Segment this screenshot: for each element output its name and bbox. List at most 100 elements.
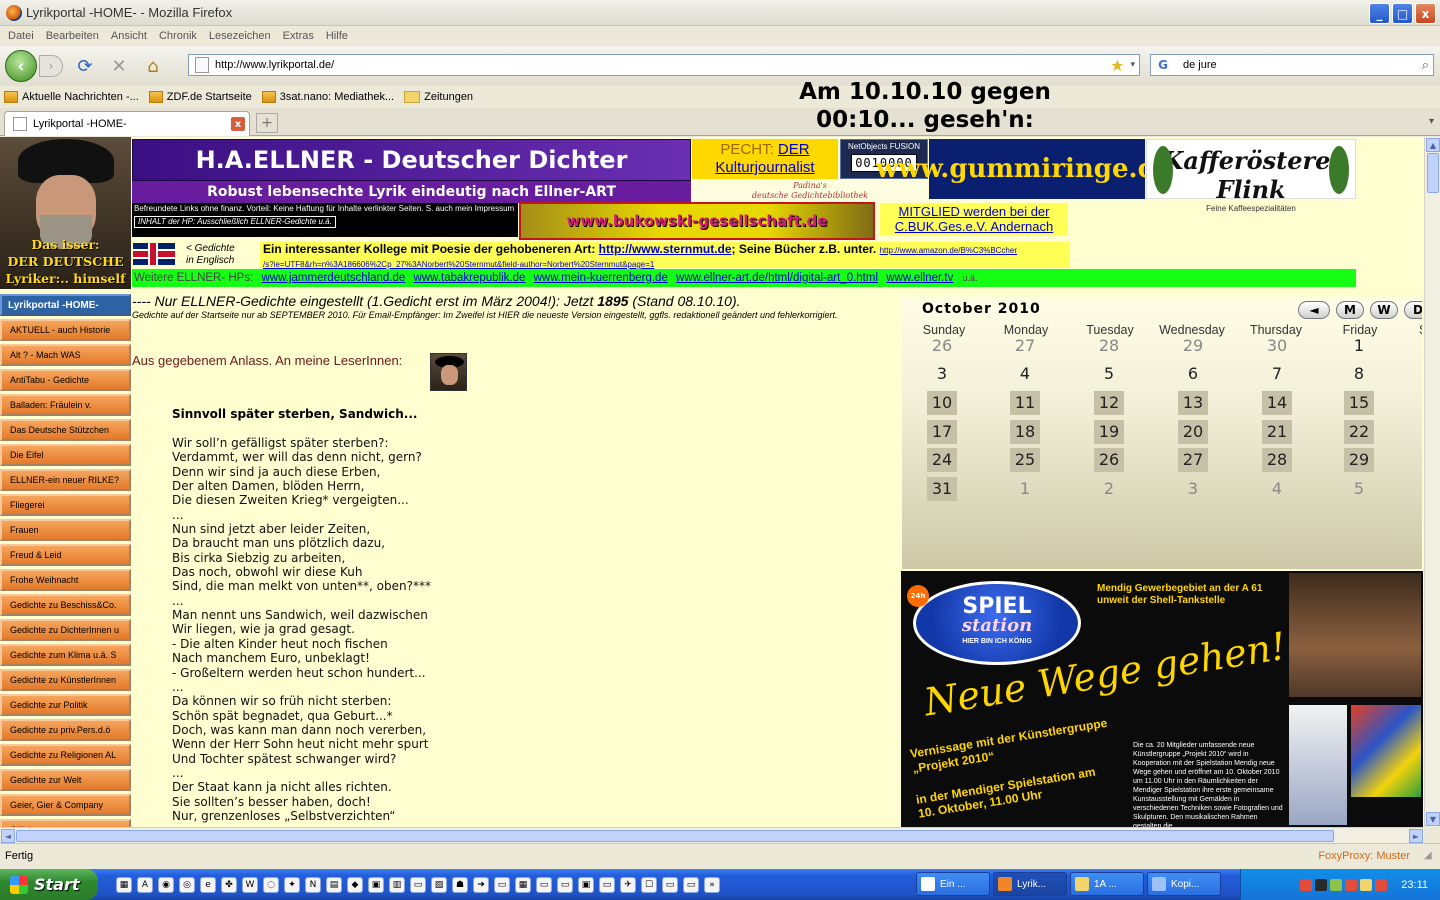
- uk-flag-icon[interactable]: [133, 243, 175, 265]
- cbuk-link[interactable]: C.BUK.Ges.e.V. Andernach: [895, 219, 1054, 234]
- calendar-day[interactable]: 5: [1094, 362, 1124, 386]
- quick-launch-icon[interactable]: e: [200, 876, 216, 893]
- menu-chronik[interactable]: Chronik: [159, 30, 197, 42]
- back-button[interactable]: ‹: [5, 50, 37, 82]
- horizontal-scrollbar[interactable]: ◄ ►: [0, 827, 1424, 843]
- tab-lyrikportal[interactable]: Lyrikportal -HOME- x: [4, 111, 250, 136]
- quick-launch-icon[interactable]: ◎: [179, 876, 195, 893]
- scroll-down-icon[interactable]: ▼: [1426, 812, 1440, 826]
- calendar-day[interactable]: 21: [1262, 420, 1292, 444]
- quick-launch-icon[interactable]: ▭: [599, 876, 615, 893]
- calendar-day-button[interactable]: D: [1404, 301, 1422, 319]
- gummiringe-banner[interactable]: www.gummiringe.com: [876, 139, 1198, 199]
- quick-launch-icon[interactable]: W: [242, 876, 258, 893]
- link-kuerrenberg[interactable]: www.mein-kuerrenberg.de: [534, 272, 668, 284]
- tray-icon[interactable]: [1330, 878, 1343, 891]
- search-bar[interactable]: G de jure ⌕: [1150, 54, 1434, 76]
- calendar-day[interactable]: 31: [927, 477, 957, 501]
- sidenav-home[interactable]: Lyrikportal -HOME-: [0, 294, 131, 316]
- new-tab-button[interactable]: +: [256, 113, 278, 133]
- bookmark-star-icon[interactable]: ★: [1110, 56, 1124, 75]
- calendar-month-button[interactable]: M: [1336, 301, 1364, 319]
- vertical-scroll-thumb[interactable]: [1427, 153, 1439, 193]
- calendar-day[interactable]: 26: [1094, 448, 1124, 472]
- tray-icon[interactable]: [1300, 878, 1313, 891]
- calendar-day[interactable]: 20: [1178, 420, 1208, 444]
- menu-hilfe[interactable]: Hilfe: [326, 30, 348, 42]
- pecht-link-kulturjournalist[interactable]: Kulturjournalist: [715, 159, 814, 176]
- start-button[interactable]: Start: [0, 869, 98, 900]
- task-word[interactable]: Ein ...: [916, 872, 990, 896]
- quick-launch-icon[interactable]: ▦: [116, 876, 132, 893]
- sidenav-item[interactable]: Alt ? - Mach WAS: [0, 344, 131, 366]
- reload-icon[interactable]: ⟳: [73, 54, 97, 78]
- sidenav-item[interactable]: Das Deutsche Stützchen: [0, 419, 131, 441]
- url-bar[interactable]: http://www.lyrikportal.de/ ★ ▾: [188, 54, 1140, 76]
- calendar-day[interactable]: 28: [1262, 448, 1292, 472]
- link-ellner-tv[interactable]: www.ellner.tv: [886, 272, 953, 284]
- sidenav-item[interactable]: Glück: [0, 819, 131, 827]
- calendar-day[interactable]: 29: [1344, 448, 1374, 472]
- link-ellner-art[interactable]: www.ellner-art.de/html/digital-art_0.htm…: [676, 272, 878, 284]
- amazon-link-cont[interactable]: /s?ie=UTF8&rh=n%3A186606%2Cp_27%3ANorber…: [263, 260, 654, 269]
- calendar-day[interactable]: 19: [1094, 420, 1124, 444]
- sidenav-item[interactable]: AntiTabu - Gedichte: [0, 369, 131, 391]
- calendar-day[interactable]: 5: [1344, 477, 1374, 501]
- task-firefox[interactable]: Lyrik...: [993, 872, 1067, 896]
- maximize-button[interactable]: □: [1392, 3, 1413, 24]
- sidenav-item[interactable]: Gedichte zur Welt: [0, 769, 131, 791]
- calendar-day[interactable]: 26: [927, 334, 957, 358]
- stop-icon[interactable]: ✕: [107, 54, 131, 78]
- quick-launch-icon[interactable]: ▭: [410, 876, 426, 893]
- tray-icon[interactable]: [1345, 878, 1358, 891]
- calendar-day[interactable]: 10: [927, 391, 957, 415]
- quick-launch-icon[interactable]: ✦: [284, 876, 300, 893]
- quick-launch-icon[interactable]: ▭: [494, 876, 510, 893]
- menu-datei[interactable]: Datei: [8, 30, 34, 42]
- tab-close-icon[interactable]: x: [231, 117, 245, 131]
- task-kopie[interactable]: Kopi...: [1147, 872, 1221, 896]
- home-icon[interactable]: ⌂: [141, 54, 165, 78]
- calendar-day[interactable]: 12: [1094, 391, 1124, 415]
- scroll-right-icon[interactable]: ►: [1409, 829, 1423, 843]
- sidenav-item[interactable]: Die Eifel: [0, 444, 131, 466]
- calendar-day[interactable]: 11: [1010, 391, 1040, 415]
- sidenav-item[interactable]: Geier, Gier & Company: [0, 794, 131, 816]
- scroll-left-icon[interactable]: ◄: [1, 829, 15, 843]
- calendar-day[interactable]: 3: [927, 362, 957, 386]
- resize-grip-icon[interactable]: ◢: [1424, 850, 1436, 862]
- minimize-button[interactable]: _: [1369, 3, 1390, 24]
- mitglied-link[interactable]: MITGLIED werden bei der: [898, 204, 1049, 219]
- calendar-day[interactable]: 15: [1344, 391, 1374, 415]
- sidenav-item[interactable]: Gedichte zur Politik: [0, 694, 131, 716]
- quick-launch-icon[interactable]: ▭: [557, 876, 573, 893]
- menu-extras[interactable]: Extras: [283, 30, 314, 42]
- quick-launch-icon[interactable]: ◆: [347, 876, 363, 893]
- quick-launch-icon[interactable]: ✈: [620, 876, 636, 893]
- sidenav-item[interactable]: Frauen: [0, 519, 131, 541]
- bookmark-zeitungen[interactable]: Zeitungen: [404, 91, 473, 103]
- tray-icon[interactable]: [1375, 878, 1388, 891]
- sidenav-item[interactable]: Gedichte zu KünstlerInnen: [0, 669, 131, 691]
- sidenav-item[interactable]: Balladen: Fräulein v.: [0, 394, 131, 416]
- menu-bearbeiten[interactable]: Bearbeiten: [46, 30, 99, 42]
- google-icon[interactable]: G: [1155, 57, 1171, 73]
- quick-launch-icon[interactable]: ✤: [221, 876, 237, 893]
- calendar-day[interactable]: 25: [1010, 448, 1040, 472]
- foxyproxy-status[interactable]: FoxyProxy: Muster: [1318, 850, 1410, 862]
- sidenav-item[interactable]: Gedichte zu priv.Pers.d.ö: [0, 719, 131, 741]
- calendar-prev-button[interactable]: ◄: [1298, 301, 1330, 319]
- quick-launch-icon[interactable]: ▧: [431, 876, 447, 893]
- vertical-scrollbar[interactable]: ▲ ▼: [1424, 137, 1440, 827]
- calendar-day[interactable]: 28: [1094, 334, 1124, 358]
- sidenav-item[interactable]: ELLNER-ein neuer RILKE?: [0, 469, 131, 491]
- menu-ansicht[interactable]: Ansicht: [111, 30, 147, 42]
- calendar-day[interactable]: 2: [1094, 477, 1124, 501]
- calendar-day[interactable]: 3: [1178, 477, 1208, 501]
- calendar-day[interactable]: 30: [1262, 334, 1292, 358]
- menu-lesezeichen[interactable]: Lesezeichen: [209, 30, 271, 42]
- sidenav-item[interactable]: AKTUELL - auch Historie: [0, 319, 131, 341]
- task-folder[interactable]: 1A ...: [1070, 872, 1144, 896]
- quick-launch-icon[interactable]: ▭: [662, 876, 678, 893]
- bukowski-banner[interactable]: www.bukowski-gesellschaft.de: [519, 202, 875, 240]
